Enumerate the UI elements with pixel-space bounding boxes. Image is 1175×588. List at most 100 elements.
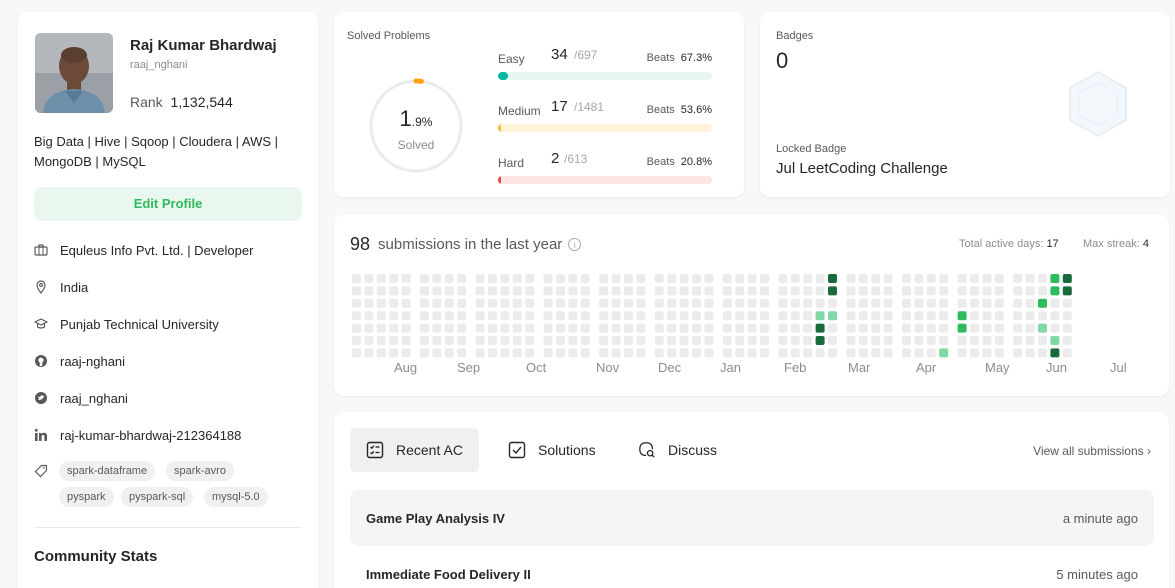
- heatmap-day-cell[interactable]: [512, 274, 522, 283]
- heatmap-day-cell[interactable]: [828, 298, 837, 308]
- heatmap-day-cell[interactable]: [760, 348, 769, 358]
- heatmap-day-cell[interactable]: [500, 286, 510, 296]
- heatmap-day-cell[interactable]: [624, 311, 633, 321]
- heatmap-day-cell[interactable]: [1013, 323, 1023, 333]
- heatmap-day-cell[interactable]: [525, 336, 535, 345]
- heatmap-day-cell[interactable]: [883, 311, 893, 321]
- heatmap-day-cell[interactable]: [556, 286, 565, 296]
- heatmap-day-cell[interactable]: [828, 336, 837, 345]
- heatmap-day-cell[interactable]: [525, 298, 535, 308]
- linkedin-link[interactable]: raj-kumar-bhardwaj-212364188: [60, 428, 241, 443]
- heatmap-day-cell[interactable]: [667, 311, 677, 321]
- heatmap-day-cell[interactable]: [624, 298, 633, 308]
- heatmap-day-cell[interactable]: [543, 348, 553, 358]
- heatmap-day-cell[interactable]: [475, 311, 485, 321]
- problem-title[interactable]: Game Play Analysis IV: [366, 511, 505, 526]
- heatmap-day-cell[interactable]: [512, 336, 522, 345]
- heatmap-day-cell[interactable]: [543, 274, 553, 283]
- heatmap-day-cell[interactable]: [599, 274, 609, 283]
- heatmap-day-cell[interactable]: [790, 348, 800, 358]
- heatmap-day-cell[interactable]: [858, 348, 868, 358]
- heatmap-day-cell[interactable]: [444, 348, 454, 358]
- heatmap-day-cell[interactable]: [352, 286, 361, 296]
- heatmap-day-cell[interactable]: [914, 298, 924, 308]
- heatmap-day-cell[interactable]: [803, 323, 813, 333]
- heatmap-day-cell[interactable]: [871, 348, 881, 358]
- heatmap-day-cell[interactable]: [815, 336, 825, 345]
- heatmap-day-cell[interactable]: [556, 336, 565, 345]
- heatmap-day-cell[interactable]: [939, 311, 949, 321]
- heatmap-day-cell[interactable]: [667, 323, 677, 333]
- github-link[interactable]: raaj-nghani: [60, 354, 125, 369]
- heatmap-day-cell[interactable]: [580, 298, 590, 308]
- heatmap-day-cell[interactable]: [1025, 274, 1035, 283]
- heatmap-day-cell[interactable]: [914, 336, 924, 345]
- heatmap-day-cell[interactable]: [376, 298, 386, 308]
- heatmap-day-cell[interactable]: [401, 311, 411, 321]
- heatmap-day-cell[interactable]: [883, 348, 893, 358]
- heatmap-day-cell[interactable]: [994, 286, 1004, 296]
- heatmap-day-cell[interactable]: [790, 274, 800, 283]
- heatmap-day-cell[interactable]: [722, 348, 732, 358]
- heatmap-day-cell[interactable]: [611, 336, 621, 345]
- heatmap-day-cell[interactable]: [902, 298, 911, 308]
- heatmap-day-cell[interactable]: [611, 286, 621, 296]
- heatmap-day-cell[interactable]: [401, 298, 411, 308]
- heatmap-day-cell[interactable]: [636, 336, 646, 345]
- heatmap-day-cell[interactable]: [704, 348, 714, 358]
- heatmap-day-cell[interactable]: [525, 311, 535, 321]
- heatmap-day-cell[interactable]: [957, 323, 967, 333]
- heatmap-day-cell[interactable]: [957, 298, 967, 308]
- heatmap-day-cell[interactable]: [1062, 336, 1072, 345]
- heatmap-day-cell[interactable]: [432, 274, 442, 283]
- heatmap-day-cell[interactable]: [488, 311, 497, 321]
- heatmap-day-cell[interactable]: [939, 274, 949, 283]
- linkedin-row[interactable]: raj-kumar-bhardwaj-212364188: [34, 425, 241, 445]
- heatmap-day-cell[interactable]: [747, 336, 757, 345]
- heatmap-day-cell[interactable]: [1062, 323, 1072, 333]
- heatmap-day-cell[interactable]: [389, 336, 399, 345]
- heatmap-day-cell[interactable]: [1050, 286, 1060, 296]
- skill-tag[interactable]: pyspark: [59, 487, 114, 507]
- heatmap-day-cell[interactable]: [352, 323, 361, 333]
- heatmap-day-cell[interactable]: [1013, 298, 1023, 308]
- heatmap-day-cell[interactable]: [828, 323, 837, 333]
- heatmap-day-cell[interactable]: [926, 348, 936, 358]
- heatmap-day-cell[interactable]: [556, 323, 565, 333]
- heatmap-day-cell[interactable]: [500, 348, 510, 358]
- skill-tag[interactable]: spark-dataframe: [59, 461, 156, 481]
- heatmap-day-cell[interactable]: [760, 274, 769, 283]
- heatmap-day-cell[interactable]: [1038, 323, 1047, 333]
- heatmap-day-cell[interactable]: [488, 336, 497, 345]
- heatmap-day-cell[interactable]: [401, 274, 411, 283]
- heatmap-day-cell[interactable]: [364, 336, 374, 345]
- heatmap-day-cell[interactable]: [828, 348, 837, 358]
- heatmap-day-cell[interactable]: [722, 274, 732, 283]
- heatmap-day-cell[interactable]: [939, 348, 949, 358]
- heatmap-day-cell[interactable]: [1050, 336, 1060, 345]
- heatmap-day-cell[interactable]: [512, 323, 522, 333]
- heatmap-day-cell[interactable]: [1038, 336, 1047, 345]
- heatmap-day-cell[interactable]: [914, 286, 924, 296]
- heatmap-day-cell[interactable]: [500, 336, 510, 345]
- heatmap-day-cell[interactable]: [352, 274, 361, 283]
- heatmap-day-cell[interactable]: [568, 298, 578, 308]
- heatmap-day-cell[interactable]: [599, 348, 609, 358]
- heatmap-day-cell[interactable]: [722, 311, 732, 321]
- heatmap-day-cell[interactable]: [815, 286, 825, 296]
- heatmap-day-cell[interactable]: [735, 323, 745, 333]
- heatmap-day-cell[interactable]: [828, 286, 837, 296]
- heatmap-day-cell[interactable]: [747, 348, 757, 358]
- heatmap-day-cell[interactable]: [389, 311, 399, 321]
- heatmap-day-cell[interactable]: [543, 286, 553, 296]
- tab-discuss[interactable]: Discuss: [622, 428, 733, 472]
- heatmap-day-cell[interactable]: [994, 323, 1004, 333]
- heatmap-day-cell[interactable]: [654, 298, 664, 308]
- heatmap-day-cell[interactable]: [982, 336, 992, 345]
- heatmap-day-cell[interactable]: [624, 274, 633, 283]
- heatmap-day-cell[interactable]: [982, 286, 992, 296]
- heatmap-day-cell[interactable]: [760, 311, 769, 321]
- heatmap-day-cell[interactable]: [1013, 348, 1023, 358]
- heatmap-day-cell[interactable]: [692, 348, 701, 358]
- heatmap-day-cell[interactable]: [624, 336, 633, 345]
